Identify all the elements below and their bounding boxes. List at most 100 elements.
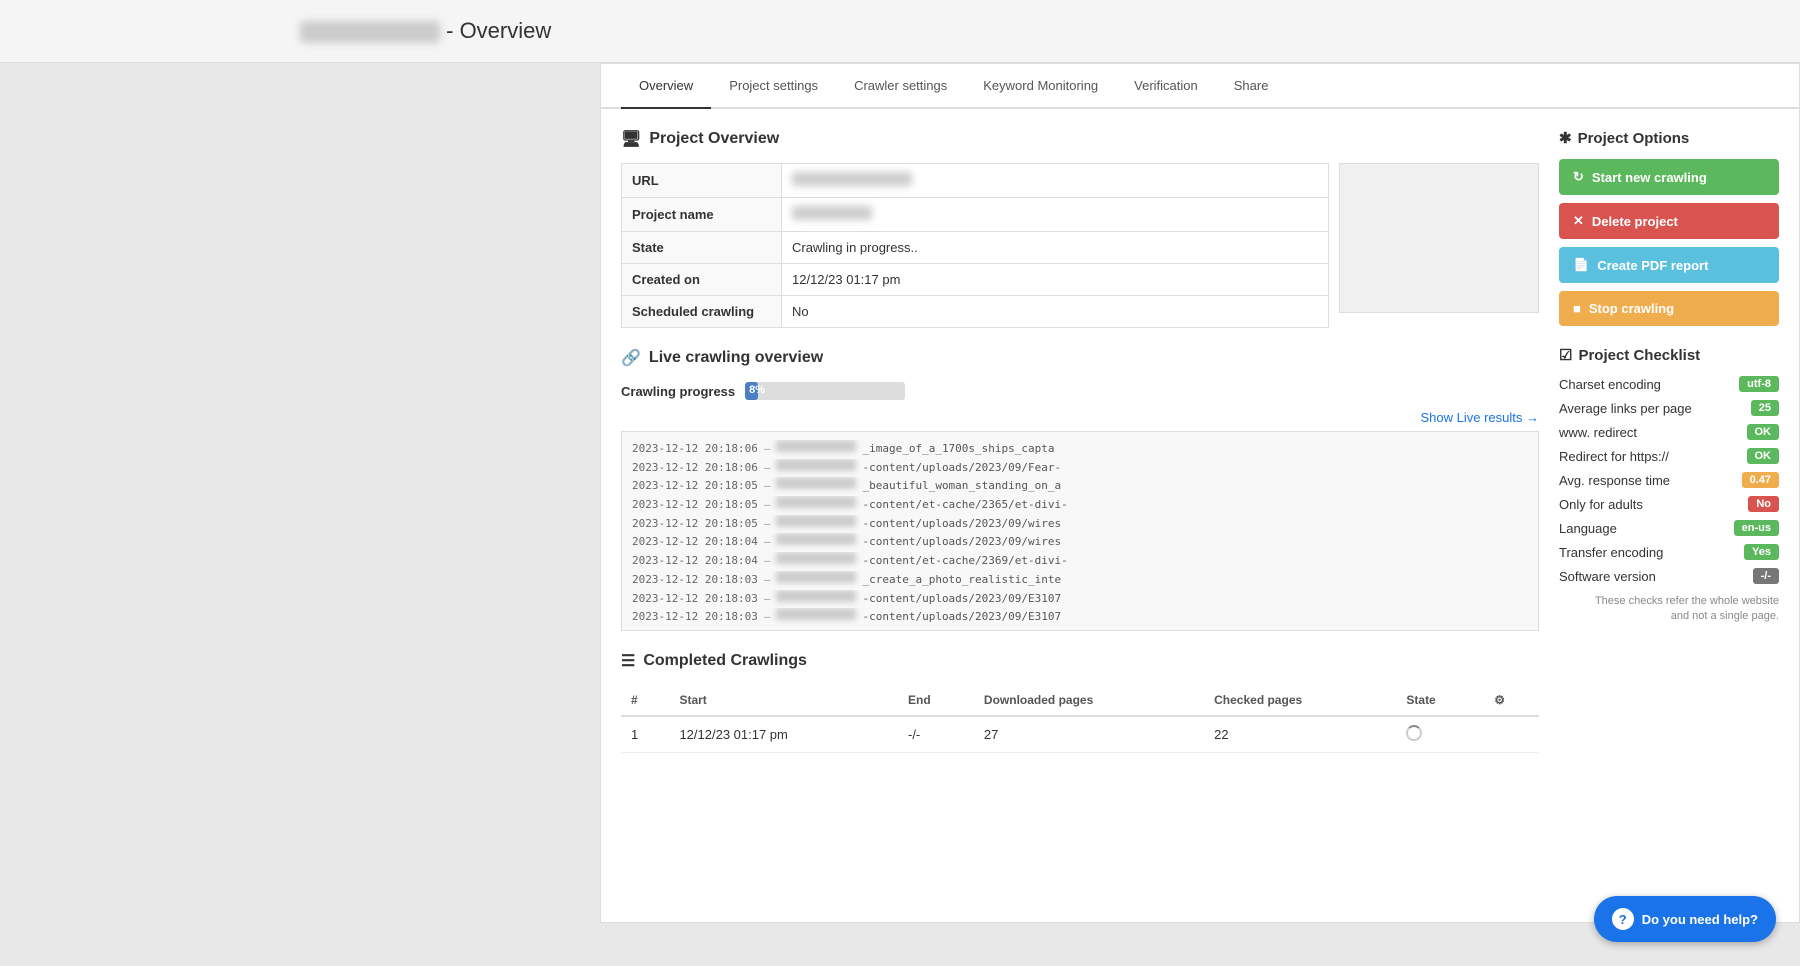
checklist-badge-response: 0.47 (1742, 472, 1779, 488)
create-pdf-button[interactable]: 📄 Create PDF report (1559, 247, 1779, 283)
page-title: - Overview (446, 18, 551, 43)
tab-keyword-monitoring[interactable]: Keyword Monitoring (965, 64, 1116, 109)
content-area: 🖥 Project Overview URL Project name (601, 109, 1799, 773)
project-overview-title: 🖥 Project Overview (621, 129, 1539, 149)
crawl-icon: 🔗 (621, 348, 641, 368)
checklist-row: Charset encoding utf-8 (1559, 376, 1779, 392)
checklist-row: Software version -/- (1559, 568, 1779, 584)
value-scheduled-crawling: No (782, 296, 1329, 328)
row-checked: 22 (1204, 716, 1396, 753)
value-state: Crawling in progress.. (782, 232, 1329, 264)
checklist-label-www: www. redirect (1559, 425, 1637, 440)
stop-crawling-button[interactable]: ■ Stop crawling (1559, 291, 1779, 326)
tabs-bar: Overview Project settings Crawler settin… (601, 64, 1799, 109)
log-row: 2023-12-12 20:18:06–-content/uploads/202… (632, 459, 1528, 478)
col-start: Start (669, 685, 898, 716)
show-live-results-row: Show Live results → (621, 410, 1539, 425)
log-row: 2023-12-12 20:18:03–_create_a_photo_real… (632, 571, 1528, 590)
options-icon: ✱ (1559, 129, 1572, 147)
project-checklist-title: ☑ Project Checklist (1559, 346, 1779, 364)
help-label: Do you need help? (1642, 912, 1758, 927)
project-name-blurred (300, 21, 440, 43)
checklist-row: Average links per page 25 (1559, 400, 1779, 416)
monitor-icon: 🖥 (621, 129, 641, 149)
checklist-label-transfer: Transfer encoding (1559, 545, 1663, 560)
checklist-badge-https: OK (1747, 448, 1780, 464)
live-crawling-title: 🔗 Live crawling overview (621, 348, 1539, 368)
table-row: Project name (622, 198, 1329, 232)
checklist-row: Only for adults No (1559, 496, 1779, 512)
progress-row: Crawling progress 8% (621, 382, 1539, 400)
col-downloaded: Downloaded pages (974, 685, 1204, 716)
list-icon: ☰ (621, 651, 635, 671)
table-row: Created on 12/12/23 01:17 pm (622, 264, 1329, 296)
log-row: 2023-12-12 20:18:05–-content/et-cache/23… (632, 496, 1528, 515)
value-project-name (782, 198, 1329, 232)
table-row: State Crawling in progress.. (622, 232, 1329, 264)
checklist-badge-software: -/- (1753, 568, 1779, 584)
checklist-badge-links: 25 (1751, 400, 1779, 416)
checklist-label-charset: Charset encoding (1559, 377, 1661, 392)
row-action (1484, 716, 1539, 753)
delete-icon: ✕ (1573, 213, 1584, 229)
tab-verification[interactable]: Verification (1116, 64, 1216, 109)
show-live-results-link[interactable]: Show Live results → (1421, 410, 1540, 425)
label-project-name: Project name (622, 198, 782, 232)
log-row: 2023-12-12 20:18:04–-content/uploads/202… (632, 533, 1528, 552)
checklist-label-links: Average links per page (1559, 401, 1692, 416)
start-crawling-button[interactable]: ↻ Start new crawling (1559, 159, 1779, 195)
delete-project-button[interactable]: ✕ Delete project (1559, 203, 1779, 239)
progress-bar-wrap: 8% (745, 382, 905, 400)
spinner-icon (1406, 725, 1422, 741)
completed-crawlings-title: ☰ Completed Crawlings (621, 651, 1539, 671)
label-created-on: Created on (622, 264, 782, 296)
tab-share[interactable]: Share (1216, 64, 1287, 109)
checklist-row: www. redirect OK (1559, 424, 1779, 440)
row-end: -/- (898, 716, 974, 753)
checklist-badge-charset: utf-8 (1739, 376, 1779, 392)
checklist-badge-language: en-us (1734, 520, 1779, 536)
completed-table: # Start End Downloaded pages Checked pag… (621, 685, 1539, 753)
checklist-label-https: Redirect for https:// (1559, 449, 1669, 464)
log-row: 2023-12-12 20:18:05–_beautiful_woman_sta… (632, 477, 1528, 496)
row-num: 1 (621, 716, 669, 753)
table-row: URL (622, 164, 1329, 198)
project-info-table: URL Project name State Crawling in progr… (621, 163, 1329, 328)
log-row: 2023-12-12 20:18:03–-content/uploads/202… (632, 590, 1528, 609)
row-downloaded: 27 (974, 716, 1204, 753)
progress-bar-bg: 8% (745, 382, 905, 400)
row-state (1396, 716, 1484, 753)
checklist-badge-www: OK (1747, 424, 1780, 440)
checklist-row: Avg. response time 0.47 (1559, 472, 1779, 488)
tab-overview[interactable]: Overview (621, 64, 711, 109)
help-circle-icon: ? (1612, 908, 1634, 930)
value-url (782, 164, 1329, 198)
log-row: 2023-12-12 20:18:06–_image_of_a_1700s_sh… (632, 440, 1528, 459)
log-row: 2023-12-12 20:18:05–-content/uploads/202… (632, 515, 1528, 534)
tab-project-settings[interactable]: Project settings (711, 64, 836, 109)
stop-icon: ■ (1573, 301, 1581, 316)
overview-table-wrap: URL Project name State Crawling in progr… (621, 163, 1329, 348)
col-num: # (621, 685, 669, 716)
col-checked: Checked pages (1204, 685, 1396, 716)
tab-crawler-settings[interactable]: Crawler settings (836, 64, 965, 109)
value-created-on: 12/12/23 01:17 pm (782, 264, 1329, 296)
col-state: State (1396, 685, 1484, 716)
checklist-label-response: Avg. response time (1559, 473, 1670, 488)
checklist-label-software: Software version (1559, 569, 1656, 584)
overview-row: URL Project name State Crawling in progr… (621, 163, 1539, 348)
project-overview-section: 🖥 Project Overview URL Project name (621, 129, 1539, 348)
col-end: End (898, 685, 974, 716)
table-row: Scheduled crawling No (622, 296, 1329, 328)
help-button[interactable]: ? Do you need help? (1594, 896, 1776, 942)
checklist-row: Language en-us (1559, 520, 1779, 536)
checklist-icon: ☑ (1559, 346, 1572, 364)
log-row: 2023-12-12 20:18:04–-content/et-cache/23… (632, 552, 1528, 571)
log-row: 2023-12-12 20:18:03–-content/uploads/202… (632, 608, 1528, 627)
project-options-title: ✱ Project Options (1559, 129, 1779, 147)
start-icon: ↻ (1573, 169, 1584, 185)
checklist-row: Redirect for https:// OK (1559, 448, 1779, 464)
main-container: Overview Project settings Crawler settin… (600, 63, 1800, 923)
right-panel: ✱ Project Options ↻ Start new crawling ✕… (1559, 129, 1779, 753)
checklist-badge-adults: No (1748, 496, 1779, 512)
